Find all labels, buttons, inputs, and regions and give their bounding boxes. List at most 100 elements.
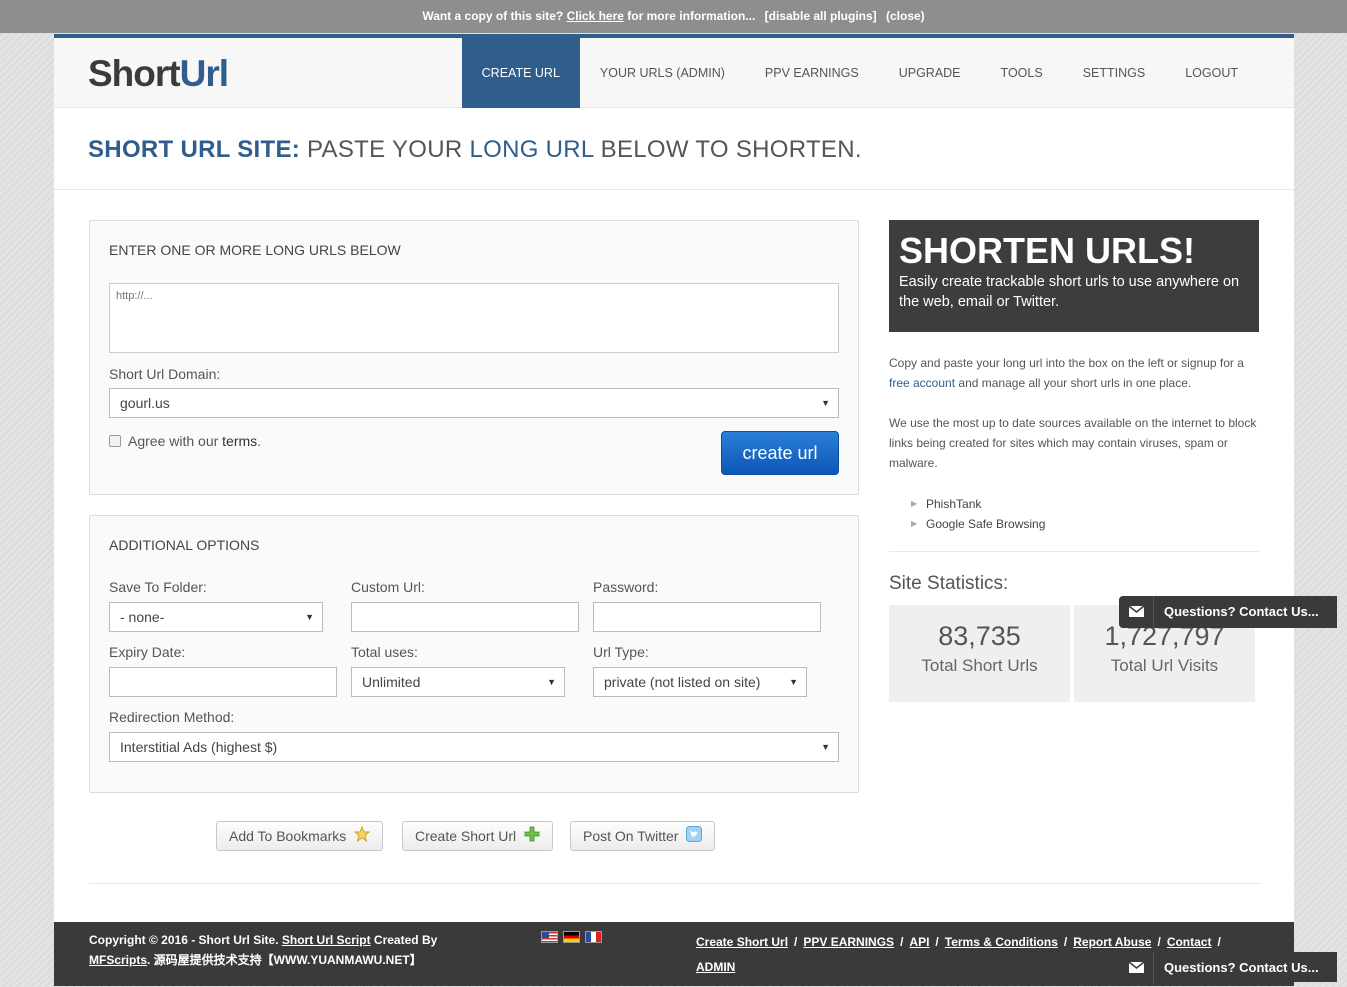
custom-url-label: Custom Url: bbox=[351, 579, 425, 595]
plugin-notice-bar: Want a copy of this site? Click here for… bbox=[0, 0, 1347, 33]
promo-text: Easily create trackable short urls to us… bbox=[899, 274, 1240, 310]
options-title: ADDITIONAL OPTIONS bbox=[109, 537, 260, 553]
chevron-down-icon: ▼ bbox=[821, 742, 830, 752]
script-link[interactable]: Short Url Script bbox=[282, 933, 371, 947]
site-logo[interactable]: ShortUrl bbox=[88, 53, 229, 95]
site-footer: Copyright © 2016 - Short Url Site. Short… bbox=[54, 922, 1294, 986]
logo-part-2: Url bbox=[179, 53, 229, 94]
footer-link-contact[interactable]: Contact bbox=[1167, 935, 1212, 949]
footer-link-api[interactable]: API bbox=[909, 935, 929, 949]
contact-us-tab[interactable]: Questions? Contact Us... bbox=[1119, 596, 1337, 628]
logo-part-1: Short bbox=[88, 53, 181, 94]
redirect-method-select[interactable]: Interstitial Ads (highest $) ▼ bbox=[109, 732, 839, 762]
bullet-arrow-icon: ▶ bbox=[911, 519, 918, 528]
footer-separator: / bbox=[935, 935, 939, 949]
custom-url-input[interactable] bbox=[351, 602, 579, 632]
long-url-textarea[interactable] bbox=[109, 283, 839, 353]
flag-fr-icon[interactable] bbox=[585, 931, 602, 943]
agree-prefix: Agree with our bbox=[128, 433, 219, 449]
expiry-date-input[interactable] bbox=[109, 667, 337, 697]
title-part-b: BELOW TO SHORTEN. bbox=[600, 136, 862, 163]
flag-us-canton bbox=[542, 932, 549, 938]
create-short-url-button[interactable]: Create Short Url bbox=[402, 821, 554, 851]
twitter-icon bbox=[686, 823, 703, 851]
promo-title: SHORTEN URLS! bbox=[899, 230, 1195, 271]
close-notice-link[interactable]: (close) bbox=[886, 9, 925, 23]
list-item: ▶ Google Safe Browsing bbox=[911, 514, 1045, 534]
chevron-down-icon: ▼ bbox=[305, 612, 314, 622]
main-nav: CREATE URL YOUR URLS (ADMIN) PPV EARNING… bbox=[461, 38, 1258, 108]
agree-label: Agree with our terms. bbox=[128, 433, 261, 449]
footer-separator: / bbox=[900, 935, 904, 949]
total-uses-select[interactable]: Unlimited ▼ bbox=[351, 667, 565, 697]
folder-select[interactable]: - none- ▼ bbox=[109, 602, 323, 632]
chevron-down-icon: ▼ bbox=[821, 398, 830, 408]
copyright: Copyright © 2016 - Short Url Site. Short… bbox=[89, 930, 449, 970]
copyright-text-a: Copyright © 2016 - Short Url Site. bbox=[89, 933, 279, 947]
contact-us-label: Questions? Contact Us... bbox=[1164, 960, 1319, 975]
list-item: ▶ PhishTank bbox=[911, 494, 1045, 514]
footer-separator: / bbox=[1217, 935, 1221, 949]
title-part-a: PASTE YOUR bbox=[307, 136, 463, 163]
url-entry-panel: ENTER ONE OR MORE LONG URLS BELOW Short … bbox=[89, 220, 859, 495]
additional-options-panel: ADDITIONAL OPTIONS Save To Folder: - non… bbox=[89, 515, 859, 793]
disable-plugins-link[interactable]: [disable all plugins] bbox=[765, 9, 877, 23]
total-uses-label: Total uses: bbox=[351, 644, 418, 660]
nav-create-url[interactable]: CREATE URL bbox=[461, 38, 580, 108]
redirect-method-value: Interstitial Ads (highest $) bbox=[120, 739, 278, 755]
add-to-bookmarks-button[interactable]: Add To Bookmarks bbox=[216, 821, 384, 851]
stats-title: Site Statistics: bbox=[889, 573, 1009, 594]
create-url-button[interactable]: create url bbox=[721, 431, 839, 475]
domain-label: Short Url Domain: bbox=[109, 366, 221, 382]
footer-link-create-short-url[interactable]: Create Short Url bbox=[696, 935, 788, 949]
redirect-label: Redirection Method: bbox=[109, 709, 235, 725]
agree-suffix: . bbox=[257, 433, 262, 449]
expiry-label: Expiry Date: bbox=[109, 644, 186, 660]
flag-us-icon[interactable] bbox=[541, 931, 558, 943]
nav-upgrade[interactable]: UPGRADE bbox=[879, 38, 981, 108]
nav-your-urls[interactable]: YOUR URLS (ADMIN) bbox=[580, 38, 745, 108]
domain-select-value: gourl.us bbox=[120, 395, 170, 411]
envelope-icon bbox=[1119, 596, 1154, 628]
intro-text-b: and manage all your short urls in one pl… bbox=[958, 376, 1192, 390]
url-entry-title: ENTER ONE OR MORE LONG URLS BELOW bbox=[109, 242, 401, 258]
language-flags bbox=[541, 931, 602, 943]
flag-de-icon[interactable] bbox=[563, 931, 580, 943]
page-container: ShortUrl CREATE URL YOUR URLS (ADMIN) PP… bbox=[54, 34, 1294, 986]
folder-select-value: - none- bbox=[120, 609, 165, 625]
contact-us-tab-bottom[interactable]: Questions? Contact Us... bbox=[1119, 952, 1337, 984]
footer-link-ppv-earnings[interactable]: PPV EARNINGS bbox=[803, 935, 894, 949]
total-urls-value: 83,735 bbox=[938, 621, 1021, 651]
footer-link-report-abuse[interactable]: Report Abuse bbox=[1073, 935, 1151, 949]
url-type-value: private (not listed on site) bbox=[604, 674, 761, 690]
nav-logout[interactable]: LOGOUT bbox=[1165, 38, 1258, 108]
mfscripts-link[interactable]: MFScripts bbox=[89, 953, 147, 967]
title-highlight: LONG URL bbox=[469, 136, 594, 163]
total-uses-value: Unlimited bbox=[362, 674, 421, 690]
free-account-link[interactable]: free account bbox=[889, 376, 955, 390]
agree-checkbox[interactable] bbox=[109, 435, 121, 447]
title-strong: SHORT URL SITE: bbox=[88, 136, 301, 163]
post-on-twitter-button[interactable]: Post On Twitter bbox=[570, 821, 716, 851]
url-type-select[interactable]: private (not listed on site) ▼ bbox=[593, 667, 807, 697]
url-type-label: Url Type: bbox=[593, 644, 649, 660]
nav-ppv-earnings[interactable]: PPV EARNINGS bbox=[745, 38, 879, 108]
content-divider bbox=[89, 883, 1261, 884]
star-icon bbox=[353, 823, 371, 851]
chevron-down-icon: ▼ bbox=[789, 677, 798, 687]
sidebar-intro: Copy and paste your long url into the bo… bbox=[889, 353, 1261, 393]
footer-link-admin[interactable]: ADMIN bbox=[696, 960, 735, 974]
nav-settings[interactable]: SETTINGS bbox=[1063, 38, 1166, 108]
domain-select[interactable]: gourl.us ▼ bbox=[109, 388, 839, 418]
footer-separator: / bbox=[794, 935, 798, 949]
nav-tools[interactable]: TOOLS bbox=[981, 38, 1063, 108]
footer-separator: / bbox=[1063, 935, 1068, 949]
footer-link-terms[interactable]: Terms & Conditions bbox=[945, 935, 1058, 949]
source-phishtank: PhishTank bbox=[926, 497, 982, 511]
plugin-notice-link[interactable]: Click here bbox=[567, 9, 624, 23]
terms-link[interactable]: terms bbox=[222, 433, 257, 449]
envelope-icon bbox=[1119, 952, 1154, 984]
total-visits-label: Total Url Visits bbox=[1110, 656, 1219, 675]
source-google-safe-browsing: Google Safe Browsing bbox=[926, 517, 1046, 531]
password-input[interactable] bbox=[593, 602, 821, 632]
